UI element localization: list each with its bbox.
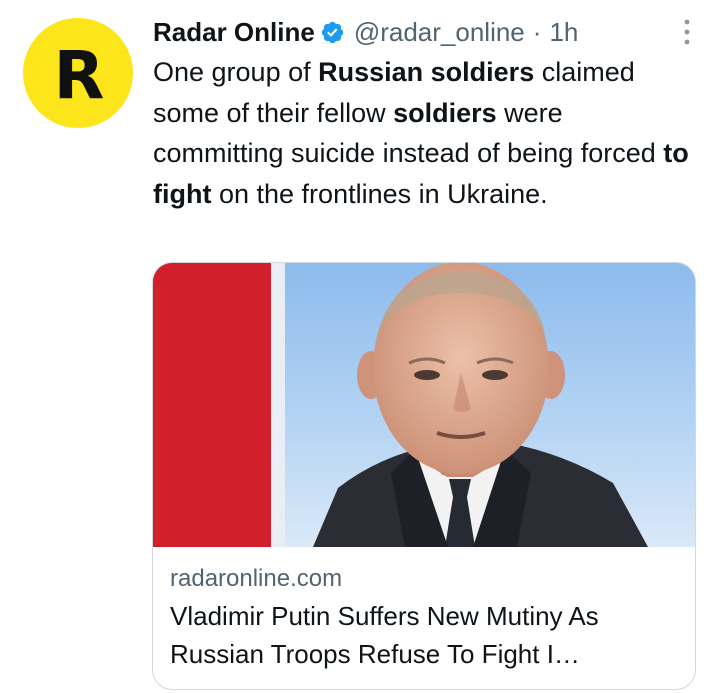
tweet-text-bold-segment: soldiers	[393, 97, 497, 128]
more-vertical-icon[interactable]	[671, 16, 703, 48]
avatar-logo-letter: R	[53, 36, 105, 114]
card-meta: radaronline.com Vladimir Putin Suffers N…	[153, 547, 695, 673]
separator-dot: ·	[532, 16, 542, 47]
card-domain: radaronline.com	[170, 565, 343, 592]
tweet-text: One group of Russian soldiers claimed so…	[153, 52, 698, 214]
avatar[interactable]: R	[23, 18, 133, 128]
link-card[interactable]: radaronline.com Vladimir Putin Suffers N…	[152, 262, 696, 690]
verified-badge-icon	[321, 21, 344, 43]
timestamp[interactable]: 1h	[549, 17, 578, 48]
tweet-text-segment: on the frontlines in Ukraine.	[211, 178, 548, 209]
tweet-text-bold-segment: Russian soldiers	[318, 57, 535, 87]
tweet-text-segment: One group of	[153, 57, 319, 87]
tweet-header: Radar Online @radar_online · 1h	[153, 12, 703, 52]
user-handle[interactable]: @radar_online	[354, 17, 525, 48]
card-photo	[153, 263, 695, 547]
card-image	[153, 263, 695, 547]
display-name[interactable]: Radar Online	[153, 17, 315, 48]
card-title[interactable]: Vladimir Putin Suffers New Mutiny As Rus…	[170, 597, 678, 673]
